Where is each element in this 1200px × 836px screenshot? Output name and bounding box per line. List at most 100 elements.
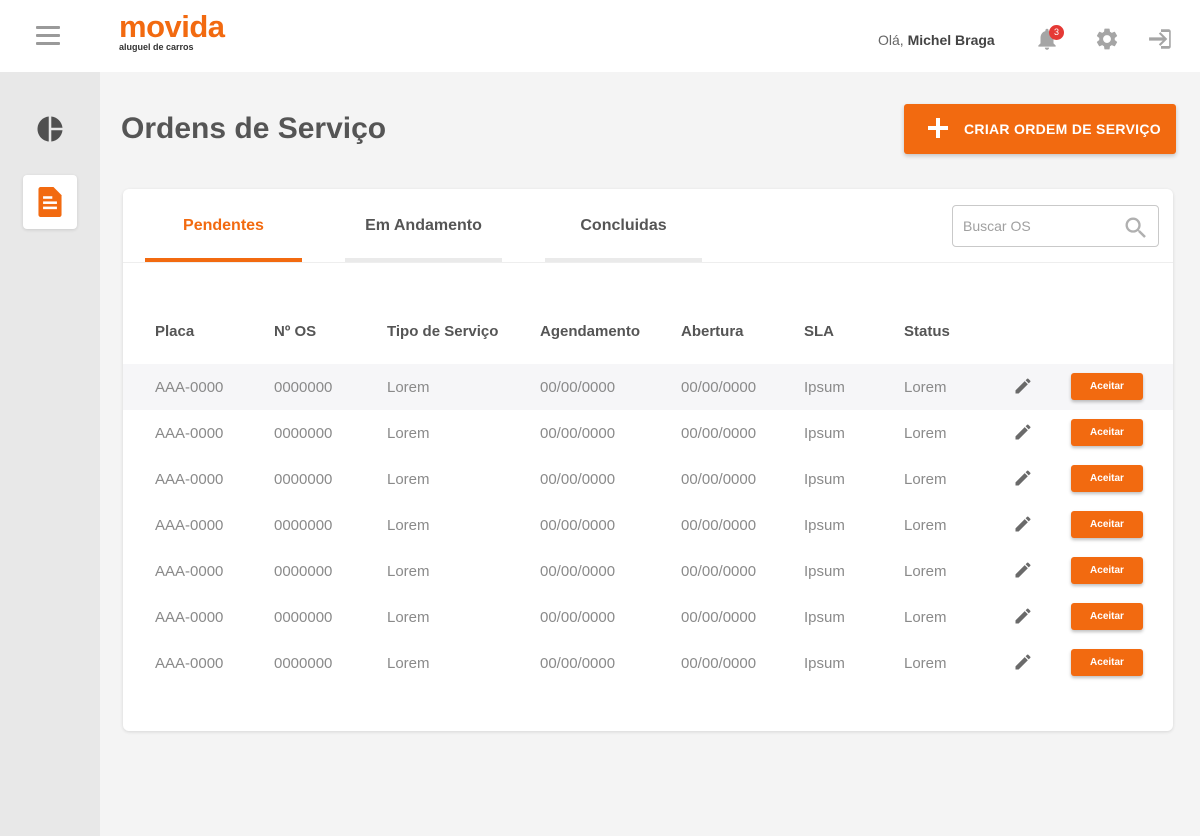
search-box xyxy=(952,205,1159,247)
accept-button[interactable]: Aceitar xyxy=(1071,557,1143,584)
cell-status: Lorem xyxy=(904,609,947,626)
cell-abertura: 00/00/0000 xyxy=(681,471,757,488)
accept-button[interactable]: Aceitar xyxy=(1071,511,1143,538)
cell-os: 0000000 xyxy=(274,471,333,488)
cell-status: Lorem xyxy=(904,517,947,534)
edit-icon[interactable] xyxy=(1013,606,1033,626)
tab-em-andamento[interactable]: Em Andamento xyxy=(345,189,502,262)
cell-tipo: Lorem xyxy=(387,563,430,580)
brand-logo[interactable]: movida aluguel de carros xyxy=(119,10,249,60)
document-icon xyxy=(38,187,62,217)
column-header-agendamento[interactable]: Agendamento xyxy=(540,323,640,340)
cell-sla: Ipsum xyxy=(804,517,845,534)
tab-label: Concluidas xyxy=(580,217,667,234)
cell-os: 0000000 xyxy=(274,517,333,534)
cell-agendamento: 00/00/0000 xyxy=(540,379,616,396)
cell-placa: AAA-0000 xyxy=(155,563,224,580)
menu-icon[interactable] xyxy=(36,26,60,46)
accept-button[interactable]: Aceitar xyxy=(1071,649,1143,676)
edit-icon[interactable] xyxy=(1013,422,1033,442)
cell-tipo: Lorem xyxy=(387,471,430,488)
column-header-status[interactable]: Status xyxy=(904,323,950,340)
cell-tipo: Lorem xyxy=(387,655,430,672)
sidebar-item-service-orders[interactable] xyxy=(23,175,77,229)
cell-os: 0000000 xyxy=(274,563,333,580)
edit-icon[interactable] xyxy=(1013,468,1033,488)
search-icon[interactable] xyxy=(1122,214,1150,242)
cell-tipo: Lorem xyxy=(387,609,430,626)
cell-placa: AAA-0000 xyxy=(155,609,224,626)
column-header-abertura[interactable]: Abertura xyxy=(681,323,744,340)
cell-placa: AAA-0000 xyxy=(155,471,224,488)
gear-icon[interactable] xyxy=(1094,26,1120,52)
table-row[interactable]: AAA-0000 0000000 Lorem 00/00/0000 00/00/… xyxy=(123,456,1173,502)
cell-agendamento: 00/00/0000 xyxy=(540,655,616,672)
table-row[interactable]: AAA-0000 0000000 Lorem 00/00/0000 00/00/… xyxy=(123,594,1173,640)
accept-button[interactable]: Aceitar xyxy=(1071,373,1143,400)
cell-abertura: 00/00/0000 xyxy=(681,655,757,672)
tab-concluidas[interactable]: Concluidas xyxy=(545,189,702,262)
service-orders-card: Pendentes Em Andamento Concluidas Placa … xyxy=(123,189,1173,731)
create-button-label: CRIAR ORDEM DE SERVIÇO xyxy=(964,121,1161,137)
column-header-placa[interactable]: Placa xyxy=(155,323,194,340)
cell-tipo: Lorem xyxy=(387,379,430,396)
cell-sla: Ipsum xyxy=(804,563,845,580)
user-greeting: Olá, Michel Braga xyxy=(878,32,995,48)
cell-sla: Ipsum xyxy=(804,609,845,626)
column-header-os[interactable]: Nº OS xyxy=(274,323,316,340)
brand-name: movida xyxy=(119,9,225,44)
table-row[interactable]: AAA-0000 0000000 Lorem 00/00/0000 00/00/… xyxy=(123,640,1173,686)
pie-chart-icon xyxy=(37,116,63,142)
cell-agendamento: 00/00/0000 xyxy=(540,563,616,580)
table-row[interactable]: AAA-0000 0000000 Lorem 00/00/0000 00/00/… xyxy=(123,364,1173,410)
cell-agendamento: 00/00/0000 xyxy=(540,425,616,442)
tab-label: Pendentes xyxy=(183,217,264,234)
column-header-tipo[interactable]: Tipo de Serviço xyxy=(387,323,498,340)
cell-abertura: 00/00/0000 xyxy=(681,609,757,626)
cell-placa: AAA-0000 xyxy=(155,425,224,442)
table-row[interactable]: AAA-0000 0000000 Lorem 00/00/0000 00/00/… xyxy=(123,410,1173,456)
cell-agendamento: 00/00/0000 xyxy=(540,609,616,626)
column-header-sla[interactable]: SLA xyxy=(804,323,834,340)
plus-icon xyxy=(928,118,948,138)
cell-sla: Ipsum xyxy=(804,471,845,488)
cell-agendamento: 00/00/0000 xyxy=(540,517,616,534)
cell-os: 0000000 xyxy=(274,425,333,442)
table-row[interactable]: AAA-0000 0000000 Lorem 00/00/0000 00/00/… xyxy=(123,502,1173,548)
table-row[interactable]: AAA-0000 0000000 Lorem 00/00/0000 00/00/… xyxy=(123,548,1173,594)
cell-status: Lorem xyxy=(904,655,947,672)
tab-label: Em Andamento xyxy=(365,217,482,234)
edit-icon[interactable] xyxy=(1013,376,1033,396)
edit-icon[interactable] xyxy=(1013,652,1033,672)
cell-os: 0000000 xyxy=(274,609,333,626)
create-service-order-button[interactable]: CRIAR ORDEM DE SERVIÇO xyxy=(904,104,1176,154)
cell-tipo: Lorem xyxy=(387,425,430,442)
cell-abertura: 00/00/0000 xyxy=(681,425,757,442)
cell-tipo: Lorem xyxy=(387,517,430,534)
tab-pendentes[interactable]: Pendentes xyxy=(145,189,302,262)
cell-placa: AAA-0000 xyxy=(155,517,224,534)
top-bar: movida aluguel de carros Olá, Michel Bra… xyxy=(0,0,1200,72)
cell-status: Lorem xyxy=(904,379,947,396)
edit-icon[interactable] xyxy=(1013,560,1033,580)
search-input[interactable] xyxy=(953,206,1123,246)
sidebar xyxy=(0,72,100,836)
accept-button[interactable]: Aceitar xyxy=(1071,419,1143,446)
accept-button[interactable]: Aceitar xyxy=(1071,465,1143,492)
cell-abertura: 00/00/0000 xyxy=(681,563,757,580)
tabs-divider xyxy=(123,262,1173,263)
cell-sla: Ipsum xyxy=(804,425,845,442)
cell-os: 0000000 xyxy=(274,655,333,672)
cell-abertura: 00/00/0000 xyxy=(681,379,757,396)
logout-icon[interactable] xyxy=(1148,26,1174,52)
notification-badge: 3 xyxy=(1049,25,1064,40)
accept-button[interactable]: Aceitar xyxy=(1071,603,1143,630)
sidebar-item-dashboard[interactable] xyxy=(23,102,77,156)
cell-abertura: 00/00/0000 xyxy=(681,517,757,534)
edit-icon[interactable] xyxy=(1013,514,1033,534)
cell-placa: AAA-0000 xyxy=(155,655,224,672)
cell-os: 0000000 xyxy=(274,379,333,396)
greeting-prefix: Olá, xyxy=(878,32,904,48)
cell-sla: Ipsum xyxy=(804,379,845,396)
cell-status: Lorem xyxy=(904,563,947,580)
